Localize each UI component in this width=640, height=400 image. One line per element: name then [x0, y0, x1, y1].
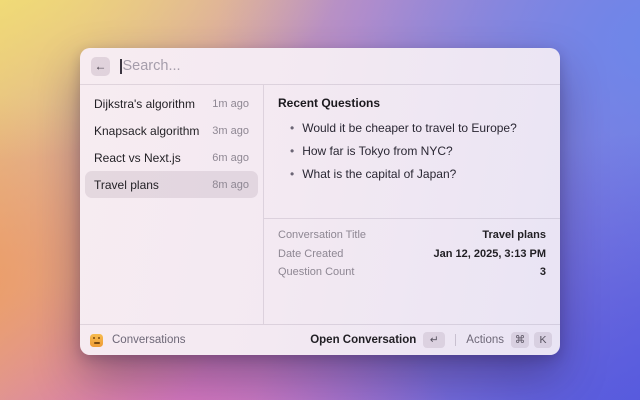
text-caret: [120, 59, 122, 74]
metadata-row: Date Created Jan 12, 2025, 3:13 PM: [278, 245, 546, 264]
metadata-value: 3: [540, 266, 546, 278]
question-item: • Would it be cheaper to travel to Europ…: [278, 117, 546, 140]
back-button[interactable]: ←: [91, 57, 110, 76]
bullet-icon: •: [290, 163, 294, 186]
open-conversation-label: Open Conversation: [310, 334, 416, 346]
conversation-time: 6m ago: [212, 152, 249, 164]
search-input[interactable]: [123, 58, 550, 74]
command-key-icon: ⌘: [511, 332, 529, 348]
footer-bar: Conversations Open Conversation ↵ Action…: [80, 324, 560, 355]
main-content: Dijkstra's algorithm 1m ago Knapsack alg…: [80, 85, 560, 324]
list-item-selected[interactable]: Travel plans 8m ago: [85, 171, 258, 198]
question-item: • How far is Tokyo from NYC?: [278, 140, 546, 163]
metadata-row: Question Count 3: [278, 263, 546, 282]
bullet-icon: •: [290, 117, 294, 140]
footer-app-label: Conversations: [112, 334, 186, 346]
metadata-value: Jan 12, 2025, 3:13 PM: [433, 248, 546, 260]
actions-label: Actions: [466, 334, 504, 346]
conversation-title: Travel plans: [94, 178, 159, 192]
recent-questions-section: Recent Questions • Would it be cheaper t…: [264, 85, 560, 218]
list-item[interactable]: React vs Next.js 6m ago: [85, 144, 258, 171]
conversations-app-icon: [90, 334, 103, 347]
question-text: Would it be cheaper to travel to Europe?: [302, 117, 517, 140]
footer-separator: [455, 334, 456, 346]
conversation-list: Dijkstra's algorithm 1m ago Knapsack alg…: [80, 85, 263, 324]
open-conversation-button[interactable]: Open Conversation ↵: [310, 332, 445, 348]
metadata-value: Travel plans: [482, 229, 546, 241]
list-item[interactable]: Dijkstra's algorithm 1m ago: [85, 90, 258, 117]
metadata-label: Date Created: [278, 248, 343, 260]
metadata-label: Question Count: [278, 266, 354, 278]
back-icon: ←: [95, 59, 107, 73]
search-bar: ←: [80, 48, 560, 85]
k-key-icon: K: [534, 332, 552, 348]
conversation-time: 3m ago: [212, 125, 249, 137]
question-text: How far is Tokyo from NYC?: [302, 140, 453, 163]
conversation-title: Knapsack algorithm: [94, 124, 199, 138]
conversation-title: React vs Next.js: [94, 151, 181, 165]
conversation-time: 8m ago: [212, 179, 249, 191]
metadata-row: Conversation Title Travel plans: [278, 226, 546, 245]
conversation-title: Dijkstra's algorithm: [94, 97, 195, 111]
section-heading: Recent Questions: [278, 96, 546, 110]
question-item: • What is the capital of Japan?: [278, 163, 546, 186]
actions-button[interactable]: Actions ⌘ K: [466, 332, 552, 348]
detail-panel: Recent Questions • Would it be cheaper t…: [264, 85, 560, 324]
list-item[interactable]: Knapsack algorithm 3m ago: [85, 117, 258, 144]
metadata-label: Conversation Title: [278, 229, 366, 241]
command-palette-window: ← Dijkstra's algorithm 1m ago Knapsack a…: [80, 48, 560, 355]
metadata-section: Conversation Title Travel plans Date Cre…: [264, 219, 560, 289]
return-key-icon: ↵: [423, 332, 445, 348]
question-text: What is the capital of Japan?: [302, 163, 456, 186]
bullet-icon: •: [290, 140, 294, 163]
conversation-time: 1m ago: [212, 98, 249, 110]
